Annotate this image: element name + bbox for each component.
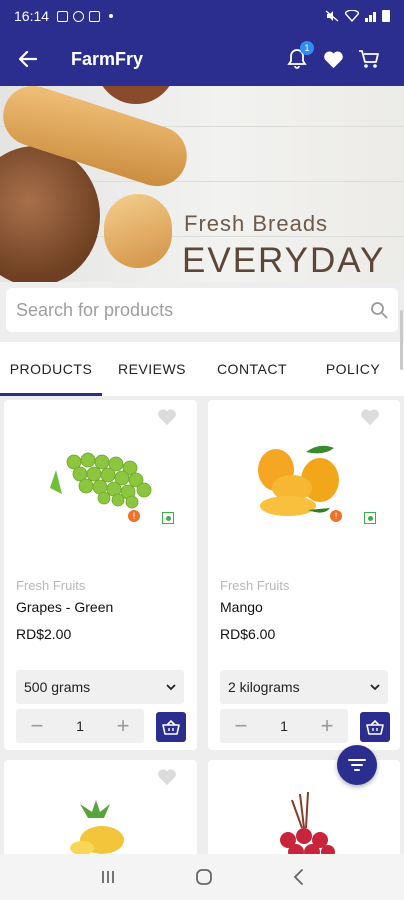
home-icon[interactable]: [195, 868, 213, 886]
product-name: Mango: [220, 599, 263, 615]
mango-image: [258, 445, 339, 516]
status-notification-icons: [57, 10, 114, 22]
product-card[interactable]: ! Fresh Fruits Grapes - Green RD$2.00 50…: [4, 400, 197, 750]
gallery-icon: [57, 10, 69, 22]
notification-badge: 1: [300, 41, 314, 55]
add-to-cart-button[interactable]: [360, 712, 390, 742]
status-time: 16:14: [14, 8, 50, 24]
tab-contact[interactable]: CONTACT: [202, 342, 302, 396]
offer-icon: !: [330, 510, 342, 522]
chevron-down-icon: [166, 683, 176, 690]
quantity-value[interactable]: 1: [262, 718, 306, 734]
variant-select[interactable]: 2 kilograms: [220, 670, 388, 704]
product-card[interactable]: [4, 760, 197, 860]
tab-label: POLICY: [325, 361, 381, 377]
wishlist-button[interactable]: [322, 48, 344, 70]
product-card[interactable]: ! Fresh Fruits Mango RD$6.00 2 kilograms…: [208, 400, 400, 750]
wishlist-heart-icon[interactable]: [360, 408, 380, 426]
wifi-icon: [345, 10, 359, 22]
product-grid: ! Fresh Fruits Grapes - Green RD$2.00 50…: [0, 396, 404, 860]
more-dot-icon: [109, 14, 114, 18]
heart-icon: [323, 50, 343, 68]
variant-select[interactable]: 500 grams: [16, 670, 184, 704]
variant-value: 2 kilograms: [228, 679, 300, 695]
tab-bar: PRODUCTS REVIEWS CONTACT POLICY: [0, 342, 404, 396]
cart-button[interactable]: [358, 48, 380, 70]
hero-banner[interactable]: Fresh Breads EVERYDAY: [0, 86, 404, 282]
hero-subtitle: Fresh Breads: [184, 211, 329, 236]
status-bar: 16:14: [0, 0, 404, 32]
veg-indicator-icon: [364, 512, 376, 524]
increment-button[interactable]: +: [102, 709, 144, 743]
app-bar-actions: 1: [286, 41, 380, 70]
back-button[interactable]: [0, 32, 56, 86]
messenger-icon: [73, 10, 85, 22]
nav-back-icon[interactable]: [292, 868, 304, 886]
battery-icon: [382, 10, 390, 22]
tab-label: CONTACT: [216, 361, 288, 377]
grapes-image: [50, 452, 152, 509]
back-arrow-icon: [19, 51, 37, 67]
lychee-image: [280, 791, 335, 860]
wishlist-heart-icon[interactable]: [157, 768, 177, 786]
tab-label: REVIEWS: [117, 361, 187, 377]
signal-icon: [365, 10, 376, 22]
chevron-down-icon: [370, 683, 380, 690]
decrement-button[interactable]: −: [220, 709, 262, 743]
tab-policy[interactable]: POLICY: [302, 342, 404, 396]
app-icon: [89, 10, 101, 22]
app-title: FarmFry: [71, 48, 144, 69]
increment-button[interactable]: +: [306, 709, 348, 743]
basket-icon: [162, 719, 180, 735]
quantity-stepper: − 1 +: [16, 709, 144, 743]
hero-headline: EVERYDAY: [182, 241, 386, 280]
tab-products[interactable]: PRODUCTS: [0, 342, 102, 396]
recent-apps-icon[interactable]: [100, 869, 116, 885]
app-bar: FarmFry 1: [0, 32, 404, 86]
product-name: Grapes - Green: [16, 599, 114, 615]
scrollbar[interactable]: [400, 310, 403, 370]
variant-value: 500 grams: [24, 679, 91, 695]
search-icon[interactable]: [370, 301, 388, 319]
quantity-value[interactable]: 1: [58, 718, 102, 734]
product-category: Fresh Fruits: [16, 578, 86, 593]
add-to-cart-button[interactable]: [156, 712, 186, 742]
round-bread-image: [0, 146, 100, 282]
pineapple-image: [70, 800, 124, 855]
filter-icon: [348, 759, 366, 771]
mute-icon: [325, 10, 339, 22]
product-category: Fresh Fruits: [220, 578, 290, 593]
product-price: RD$2.00: [16, 626, 72, 642]
search-bar[interactable]: Search for products: [6, 288, 398, 332]
basket-icon: [366, 719, 384, 735]
search-input[interactable]: Search for products: [16, 300, 370, 321]
quantity-stepper: − 1 +: [220, 709, 348, 743]
status-system-icons: [325, 10, 390, 22]
cart-icon: [359, 49, 379, 68]
tab-reviews[interactable]: REVIEWS: [102, 342, 202, 396]
offer-icon: !: [128, 510, 140, 522]
decrement-button[interactable]: −: [16, 709, 58, 743]
wishlist-heart-icon[interactable]: [157, 408, 177, 426]
product-price: RD$6.00: [220, 626, 276, 642]
notifications-button[interactable]: 1: [286, 41, 314, 70]
system-nav-bar: [0, 854, 404, 900]
bread-roll-image: [104, 194, 172, 268]
tab-label: PRODUCTS: [9, 361, 93, 377]
veg-indicator-icon: [162, 512, 174, 524]
spice-bowl-image: [96, 86, 176, 104]
filter-button[interactable]: [337, 745, 377, 785]
